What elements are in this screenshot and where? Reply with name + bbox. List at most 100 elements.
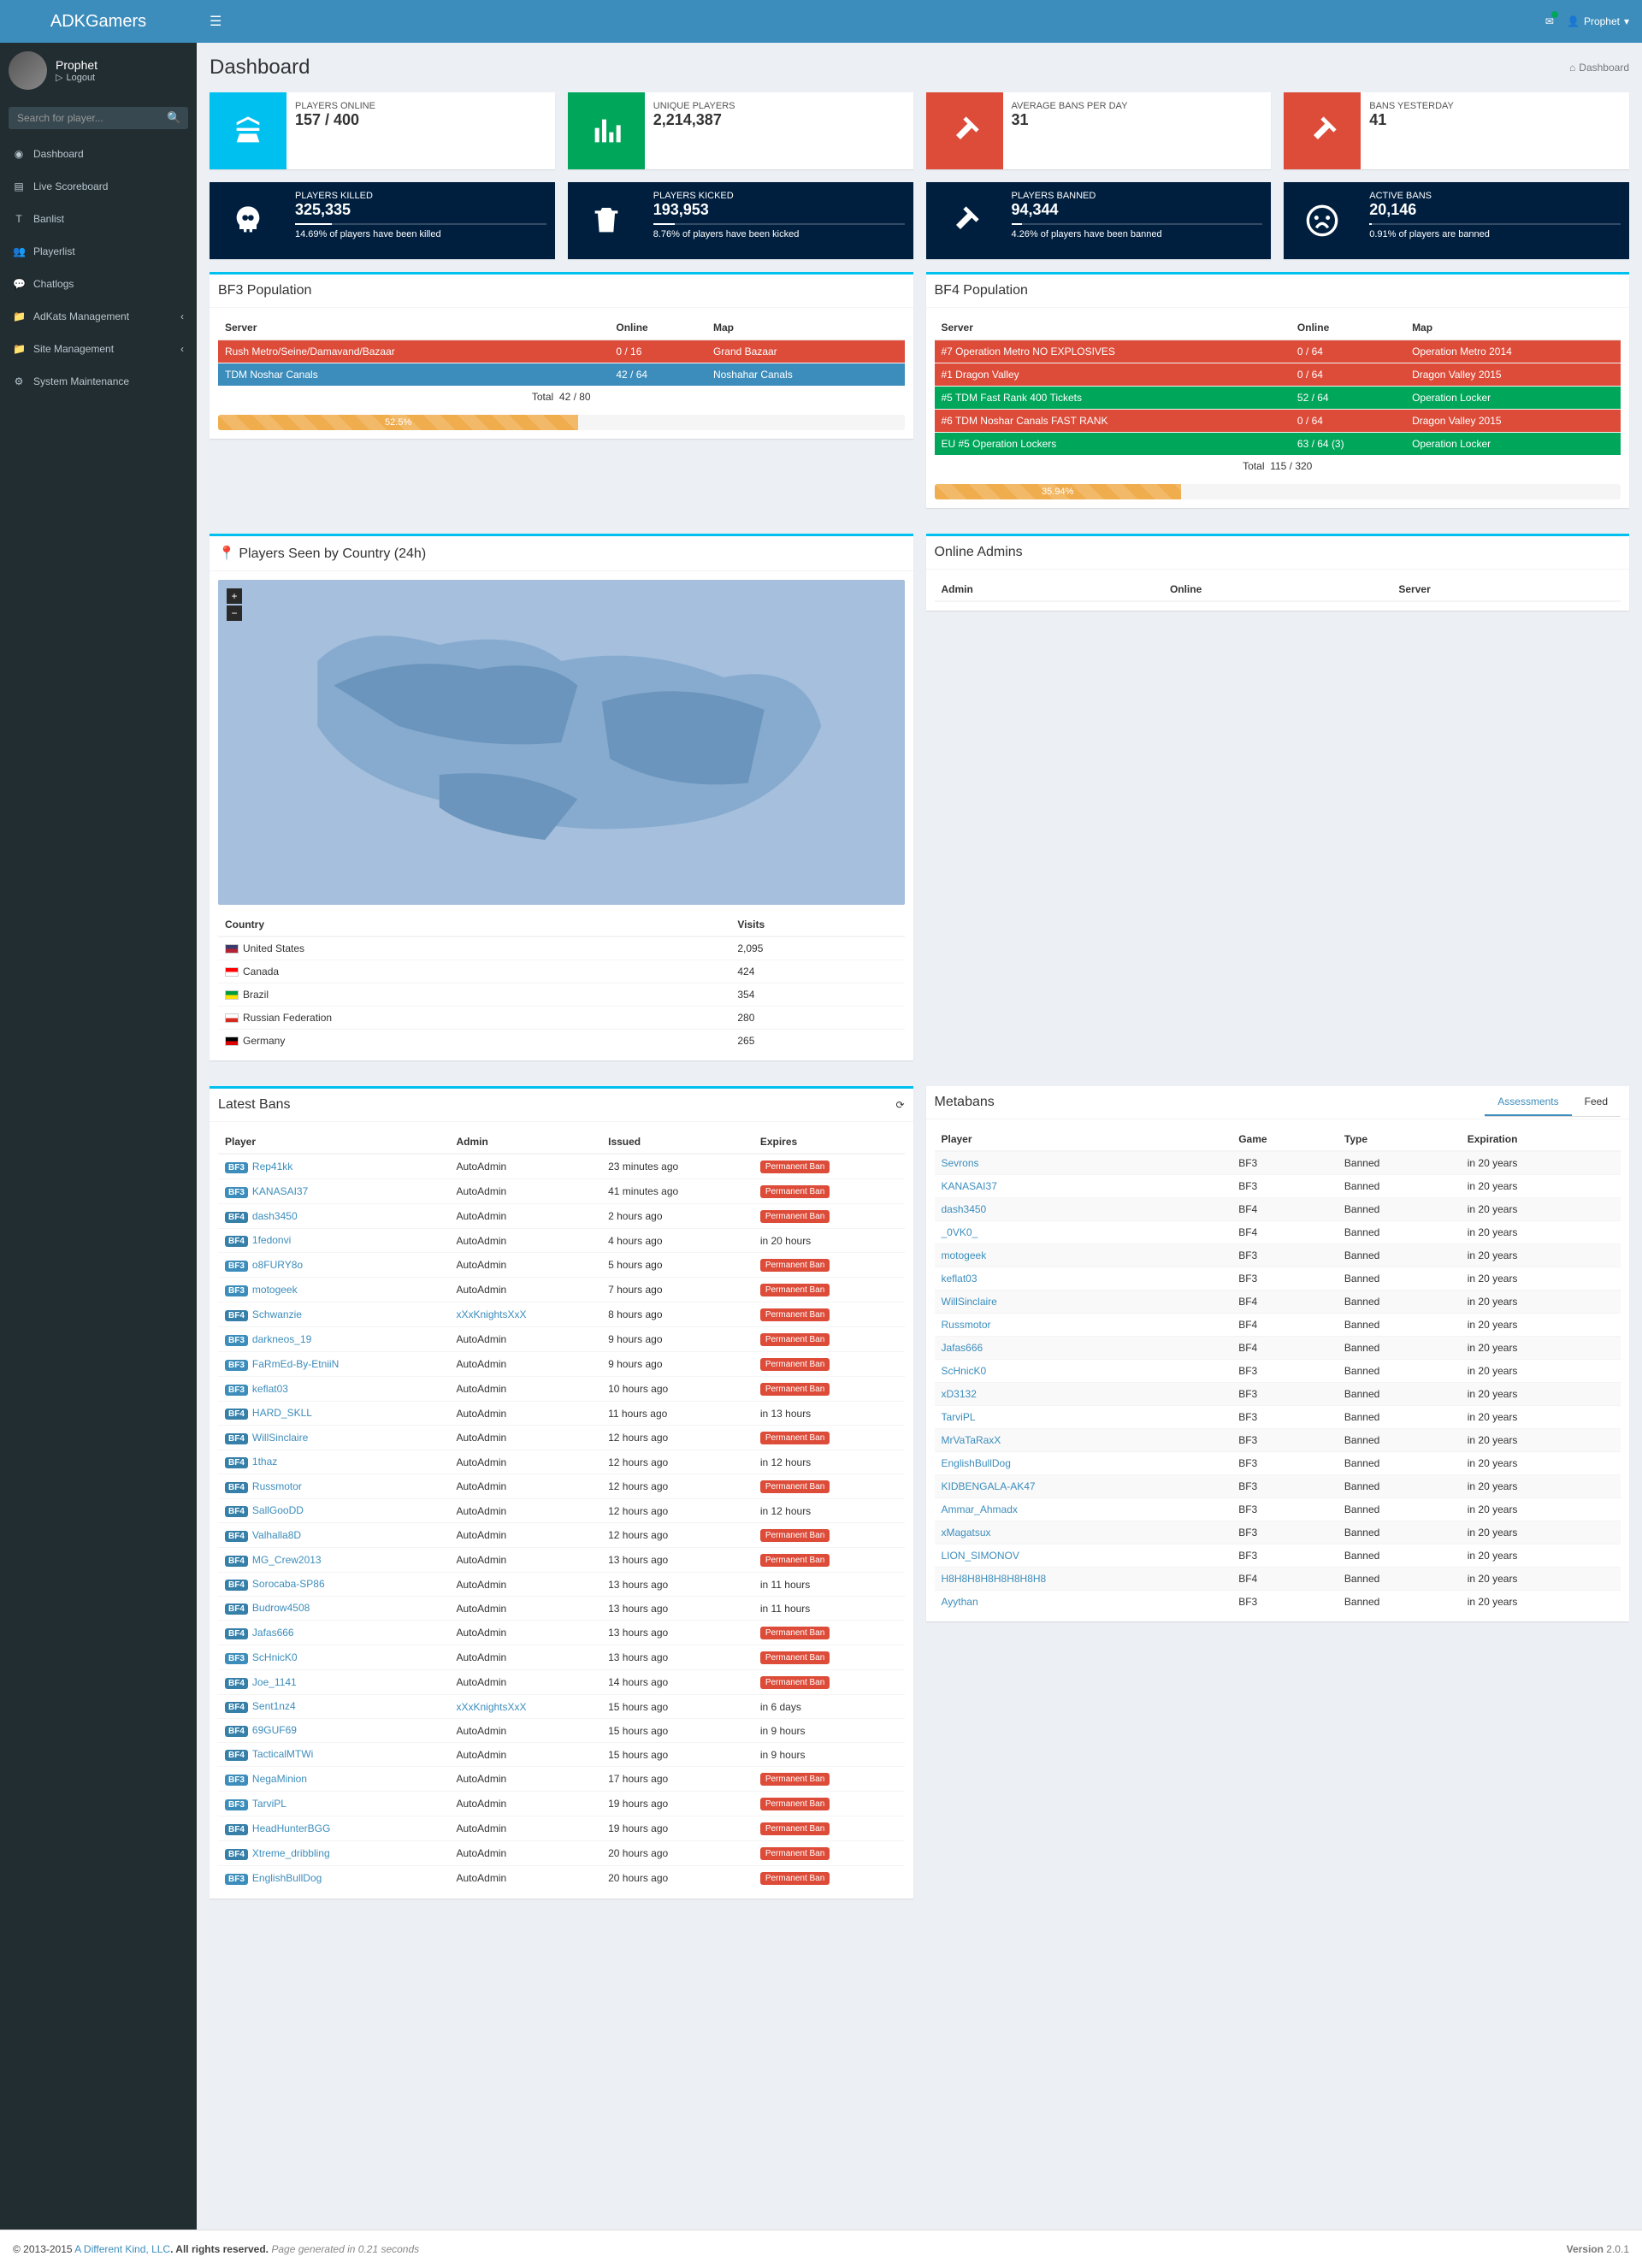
player-link[interactable]: Sorocaba-SP86 xyxy=(252,1578,325,1590)
player-link[interactable]: Ayythan xyxy=(942,1596,978,1608)
server-row[interactable]: #6 TDM Noshar Canals FAST RANK0 / 64Drag… xyxy=(935,410,1621,433)
player-link[interactable]: Sevrons xyxy=(942,1157,979,1169)
sidebar-item-4[interactable]: 💬Chatlogs xyxy=(0,268,197,300)
sidebar-item-3[interactable]: 👥Playerlist xyxy=(0,235,197,268)
perm-ban-label: Permanent Ban xyxy=(760,1185,830,1198)
player-link[interactable]: WillSinclaire xyxy=(252,1432,308,1444)
player-link[interactable]: 1thaz xyxy=(252,1456,277,1468)
player-link[interactable]: keflat03 xyxy=(942,1273,978,1285)
player-link[interactable]: xD3132 xyxy=(942,1388,977,1400)
player-link[interactable]: KANASAI37 xyxy=(942,1180,997,1192)
flag-icon xyxy=(225,1013,239,1023)
server-row[interactable]: #5 TDM Fast Rank 400 Tickets52 / 64Opera… xyxy=(935,387,1621,410)
sidebar-item-label: Playerlist xyxy=(33,245,75,257)
player-link[interactable]: xMagatsux xyxy=(942,1527,991,1539)
player-link[interactable]: dash3450 xyxy=(942,1203,987,1215)
player-link[interactable]: Valhalla8D xyxy=(252,1529,301,1541)
player-link[interactable]: Jafas666 xyxy=(252,1627,294,1639)
refresh-icon[interactable]: ⟳ xyxy=(895,1099,904,1111)
player-link[interactable]: Ammar_Ahmadx xyxy=(942,1503,1018,1515)
search-button[interactable]: 🔍 xyxy=(158,107,190,129)
player-link[interactable]: KIDBENGALA-AK47 xyxy=(942,1480,1036,1492)
player-link[interactable]: Xtreme_dribbling xyxy=(252,1847,330,1859)
player-link[interactable]: Joe_1141 xyxy=(252,1676,297,1688)
tab-feed[interactable]: Feed xyxy=(1572,1089,1621,1116)
perm-ban-label: Permanent Ban xyxy=(760,1554,830,1567)
player-link[interactable]: H8H8H8H8H8H8H8H8 xyxy=(942,1573,1047,1585)
server-row[interactable]: Rush Metro/Seine/Damavand/Bazaar0 / 16Gr… xyxy=(218,340,905,363)
admin-link[interactable]: xXxKnightsXxX xyxy=(456,1308,526,1320)
player-link[interactable]: EnglishBullDog xyxy=(942,1457,1011,1469)
player-link[interactable]: MrVaTaRaxX xyxy=(942,1434,1001,1446)
player-link[interactable]: motogeek xyxy=(942,1249,987,1261)
player-link[interactable]: 1fedonvi xyxy=(252,1234,291,1246)
search-input[interactable] xyxy=(9,107,158,129)
player-link[interactable]: Jafas666 xyxy=(942,1342,983,1354)
world-map[interactable]: + − xyxy=(218,580,905,905)
bf3-table: Server Online Map Rush Metro/Seine/Damav… xyxy=(218,316,905,386)
player-link[interactable]: HeadHunterBGG xyxy=(252,1822,330,1834)
brand-logo[interactable]: ADKGamers xyxy=(0,0,197,43)
server-row[interactable]: TDM Noshar Canals42 / 64Noshahar Canals xyxy=(218,363,905,387)
game-label: BF3 xyxy=(225,1360,248,1371)
player-link[interactable]: FaRmEd-By-EtniiN xyxy=(252,1358,339,1370)
player-link[interactable]: Schwanzie xyxy=(252,1308,302,1320)
ban-row: BF4Xtreme_dribbling AutoAdmin20 hours ag… xyxy=(218,1841,905,1866)
ban-row: BF3FaRmEd-By-EtniiN AutoAdmin9 hours ago… xyxy=(218,1352,905,1377)
player-link[interactable]: HARD_SKLL xyxy=(252,1407,312,1419)
player-link[interactable]: TacticalMTWi xyxy=(252,1748,313,1760)
player-link[interactable]: _0VK0_ xyxy=(942,1226,978,1238)
footer-link[interactable]: A Different Kind, LLC xyxy=(74,2243,170,2255)
sidebar-item-1[interactable]: ▤Live Scoreboard xyxy=(0,170,197,203)
player-link[interactable]: EnglishBullDog xyxy=(252,1872,322,1884)
metaban-row: xMagatsuxBF3Bannedin 20 years xyxy=(935,1521,1621,1544)
player-link[interactable]: dash3450 xyxy=(252,1210,298,1222)
server-row[interactable]: #1 Dragon Valley0 / 64Dragon Valley 2015 xyxy=(935,363,1621,387)
page-title: Dashboard xyxy=(210,56,310,80)
player-link[interactable]: KANASAI37 xyxy=(252,1185,308,1197)
player-link[interactable]: Rep41kk xyxy=(252,1161,292,1172)
logout-link[interactable]: ▷ Logout xyxy=(56,72,97,83)
game-label: BF3 xyxy=(225,1162,248,1173)
player-link[interactable]: LION_SIMONOV xyxy=(942,1550,1019,1562)
map-zoom-out-button[interactable]: − xyxy=(227,605,242,621)
player-link[interactable]: MG_Crew2013 xyxy=(252,1554,322,1566)
player-link[interactable]: Russmotor xyxy=(942,1319,991,1331)
country-row: United States2,095 xyxy=(218,936,905,960)
player-link[interactable]: motogeek xyxy=(252,1284,298,1296)
user-menu[interactable]: 👤 Prophet ▾ xyxy=(1567,15,1629,27)
server-row[interactable]: #7 Operation Metro NO EXPLOSIVES0 / 64Op… xyxy=(935,340,1621,363)
sidebar-item-label: System Maintenance xyxy=(33,375,129,387)
game-label: BF4 xyxy=(225,1212,248,1223)
player-link[interactable]: NegaMinion xyxy=(252,1773,307,1785)
perm-ban-label: Permanent Ban xyxy=(760,1872,830,1885)
player-link[interactable]: WillSinclaire xyxy=(942,1296,997,1308)
admin-link[interactable]: xXxKnightsXxX xyxy=(456,1701,526,1713)
server-row[interactable]: EU #5 Operation Lockers63 / 64 (3)Operat… xyxy=(935,433,1621,456)
player-link[interactable]: SallGooDD xyxy=(252,1504,304,1516)
player-link[interactable]: Budrow4508 xyxy=(252,1602,310,1614)
map-zoom-in-button[interactable]: + xyxy=(227,588,242,604)
player-link[interactable]: Russmotor xyxy=(252,1480,302,1492)
sidebar-item-5[interactable]: 📁AdKats Management‹ xyxy=(0,300,197,333)
player-link[interactable]: ScHnicK0 xyxy=(942,1365,987,1377)
stat-label: AVERAGE BANS PER DAY xyxy=(1012,101,1263,111)
tab-assessments[interactable]: Assessments xyxy=(1485,1089,1571,1116)
player-link[interactable]: keflat03 xyxy=(252,1383,288,1395)
player-link[interactable]: Sent1nz4 xyxy=(252,1700,296,1712)
player-link[interactable]: TarviPL xyxy=(252,1798,286,1810)
metaban-row: KANASAI37BF3Bannedin 20 years xyxy=(935,1175,1621,1198)
player-link[interactable]: darkneos_19 xyxy=(252,1333,311,1345)
stat-label: PLAYERS BANNED xyxy=(1012,191,1263,201)
player-link[interactable]: TarviPL xyxy=(942,1411,976,1423)
sidebar-item-6[interactable]: 📁Site Management‹ xyxy=(0,333,197,365)
sidebar-toggle-button[interactable]: ☰ xyxy=(210,13,221,30)
sidebar-item-7[interactable]: ⚙System Maintenance xyxy=(0,365,197,398)
mail-icon[interactable]: ✉ xyxy=(1545,15,1554,27)
player-link[interactable]: 69GUF69 xyxy=(252,1724,297,1736)
sidebar-item-0[interactable]: ◉Dashboard xyxy=(0,138,197,170)
sidebar-item-2[interactable]: TBanlist xyxy=(0,203,197,235)
ban-row: BF4Joe_1141 AutoAdmin14 hours agoPermane… xyxy=(218,1670,905,1695)
player-link[interactable]: ScHnicK0 xyxy=(252,1651,298,1663)
player-link[interactable]: o8FURY8o xyxy=(252,1259,303,1271)
